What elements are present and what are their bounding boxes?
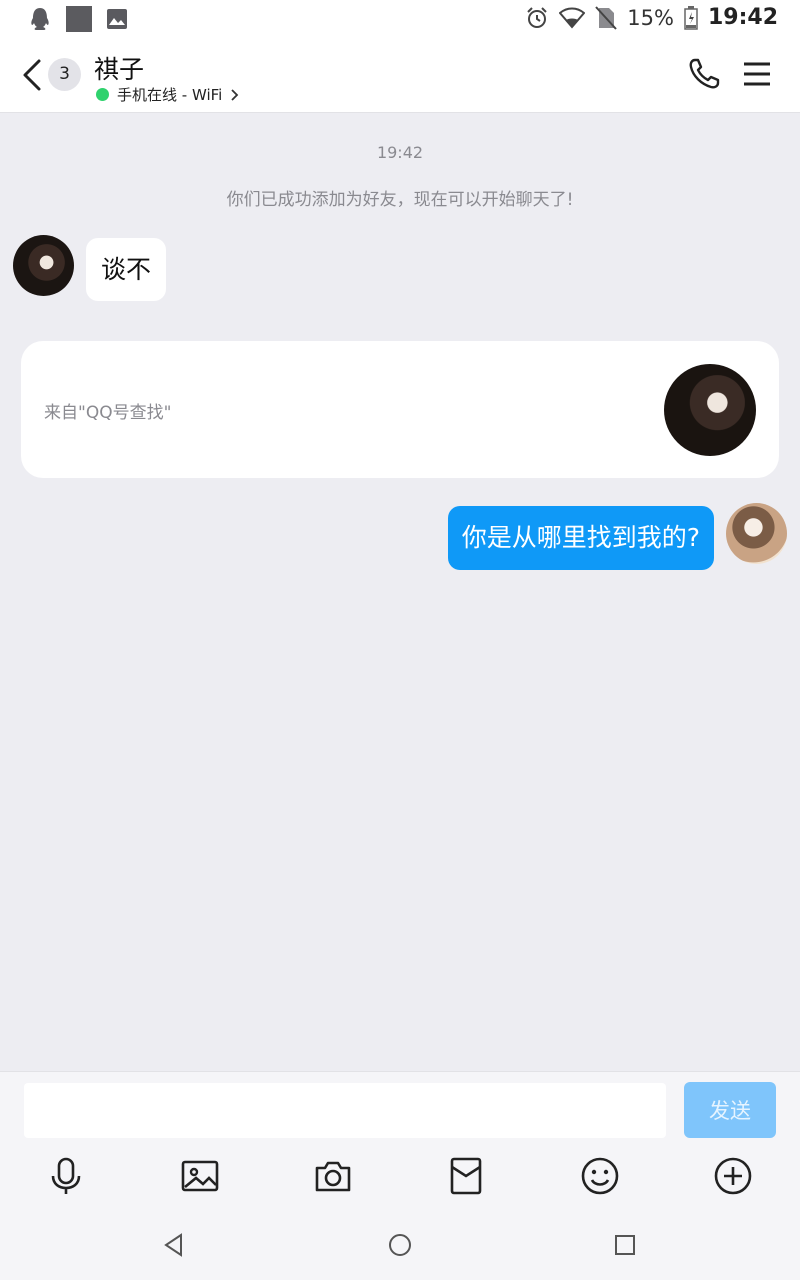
phone-call-icon[interactable] (687, 57, 721, 91)
online-indicator (96, 88, 109, 101)
my-avatar[interactable] (726, 503, 787, 564)
camera-icon[interactable] (313, 1156, 353, 1196)
plus-icon[interactable] (713, 1156, 753, 1196)
microphone-icon[interactable] (46, 1156, 86, 1196)
chevron-right-icon (231, 88, 239, 101)
outgoing-message-bubble[interactable]: 你是从哪里找到我的? (447, 506, 714, 570)
battery-icon (684, 5, 698, 30)
app-notification-icon (66, 6, 92, 32)
red-packet-icon[interactable] (446, 1156, 486, 1196)
status-bar-notifications (28, 6, 128, 32)
send-button[interactable]: 发送 (684, 1082, 776, 1138)
contact-status-text: 手机在线 - WiFi (117, 86, 223, 104)
source-card[interactable]: 来自"QQ号查找" (21, 341, 779, 478)
contact-status[interactable]: 手机在线 - WiFi (96, 84, 240, 105)
incoming-message-bubble[interactable]: 谈不 (86, 238, 167, 301)
system-nav-bar (0, 1211, 800, 1280)
chat-header: 3 祺子 手机在线 - WiFi (0, 40, 800, 113)
gallery-icon (107, 9, 127, 29)
back-triangle-icon[interactable] (159, 1230, 189, 1260)
system-message: 你们已成功添加为好友，现在可以开始聊天了! (226, 190, 574, 210)
menu-icon[interactable] (742, 60, 772, 88)
recents-square-icon[interactable] (610, 1230, 640, 1260)
home-circle-icon[interactable] (385, 1230, 415, 1260)
contact-name[interactable]: 祺子 (94, 50, 144, 86)
source-card-avatar[interactable] (664, 364, 756, 456)
input-area: 发送 (0, 1071, 800, 1211)
message-timestamp: 19:42 (376, 143, 424, 162)
chat-messages[interactable]: 19:42 你们已成功添加为好友，现在可以开始聊天了! 谈不 来自"QQ号查找"… (0, 113, 800, 1071)
back-arrow-icon[interactable] (20, 58, 44, 92)
status-bar-system: 15% 19:42 (525, 5, 778, 30)
source-card-text: 来自"QQ号查找" (44, 403, 172, 423)
image-icon[interactable] (180, 1156, 220, 1196)
battery-percent: 15% (627, 5, 674, 30)
status-bar: 15% 19:42 (0, 0, 800, 40)
status-time: 19:42 (707, 5, 778, 30)
emoji-icon[interactable] (580, 1156, 620, 1196)
contact-avatar[interactable] (13, 235, 74, 296)
message-input[interactable] (24, 1083, 666, 1138)
unread-count-badge[interactable]: 3 (48, 58, 81, 91)
wifi-icon (559, 7, 586, 29)
qq-notification-icon (31, 8, 49, 30)
no-sim-icon (595, 5, 618, 30)
alarm-icon (527, 6, 547, 28)
